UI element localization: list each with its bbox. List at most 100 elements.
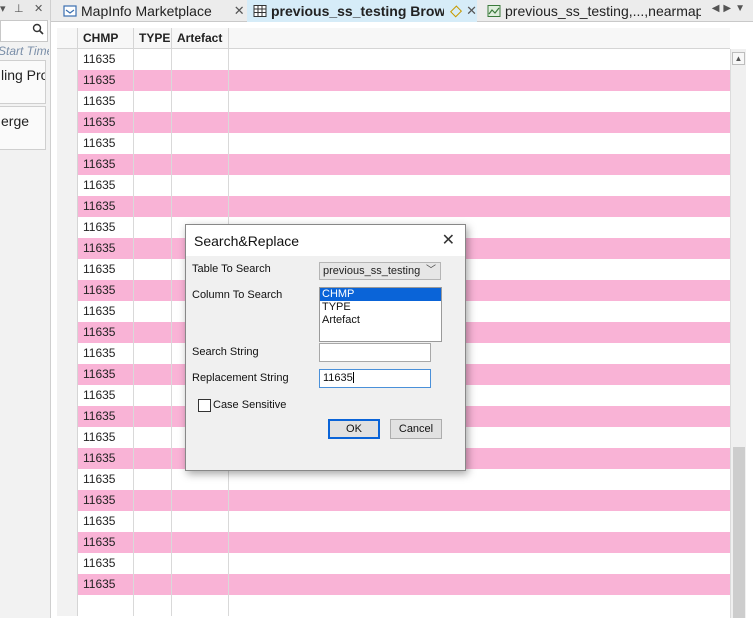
column-option-type[interactable]: TYPE xyxy=(320,301,441,314)
row-selector[interactable] xyxy=(57,406,78,427)
row-selector[interactable] xyxy=(57,70,78,91)
cell-type[interactable] xyxy=(134,553,172,574)
row-selector[interactable] xyxy=(57,532,78,553)
cell-type[interactable] xyxy=(134,511,172,532)
search-icon[interactable] xyxy=(32,23,44,35)
row-selector[interactable] xyxy=(57,49,78,70)
tab-browser[interactable]: previous_ss_testing Browser ✕ xyxy=(247,0,477,22)
cell-type[interactable] xyxy=(134,196,172,217)
cell-artefact[interactable] xyxy=(172,70,229,91)
table-row[interactable]: 11635 xyxy=(57,133,730,154)
row-selector[interactable] xyxy=(57,448,78,469)
cell-type[interactable] xyxy=(134,280,172,301)
case-sensitive-checkbox[interactable] xyxy=(198,399,211,412)
left-panel-search-input[interactable] xyxy=(0,20,48,42)
cell-chmp[interactable]: 11635 xyxy=(78,70,134,91)
close-icon[interactable]: ✕ xyxy=(34,2,43,15)
close-icon[interactable]: ✕ xyxy=(466,3,477,19)
row-selector[interactable] xyxy=(57,280,78,301)
column-header-artefact[interactable]: Artefact xyxy=(172,28,229,49)
table-row[interactable]: 11635 xyxy=(57,490,730,511)
left-panel-item[interactable]: ling Pro xyxy=(0,60,46,104)
row-selector[interactable] xyxy=(57,259,78,280)
row-selector[interactable] xyxy=(57,469,78,490)
cell-artefact[interactable] xyxy=(172,154,229,175)
cell-chmp[interactable]: 11635 xyxy=(78,238,134,259)
cell-type[interactable] xyxy=(134,532,172,553)
row-selector-header[interactable] xyxy=(57,28,78,49)
cell-chmp[interactable]: 11635 xyxy=(78,175,134,196)
row-selector[interactable] xyxy=(57,154,78,175)
cell-type[interactable] xyxy=(134,385,172,406)
row-selector[interactable] xyxy=(57,595,78,616)
cell-chmp[interactable]: 11635 xyxy=(78,553,134,574)
cell-chmp[interactable]: 11635 xyxy=(78,91,134,112)
column-header-type[interactable]: TYPE xyxy=(134,28,172,49)
cell-artefact[interactable] xyxy=(172,595,229,616)
row-selector[interactable] xyxy=(57,427,78,448)
table-row[interactable]: 11635 xyxy=(57,154,730,175)
scroll-up-arrow-icon[interactable]: ▲ xyxy=(732,52,745,65)
cell-type[interactable] xyxy=(134,154,172,175)
cell-chmp[interactable]: 11635 xyxy=(78,154,134,175)
cell-type[interactable] xyxy=(134,70,172,91)
row-selector[interactable] xyxy=(57,301,78,322)
cell-chmp[interactable]: 11635 xyxy=(78,427,134,448)
cell-type[interactable] xyxy=(134,469,172,490)
cell-chmp[interactable]: 11635 xyxy=(78,364,134,385)
cell-artefact[interactable] xyxy=(172,91,229,112)
cell-type[interactable] xyxy=(134,217,172,238)
table-row[interactable]: 11635 xyxy=(57,553,730,574)
search-string-input[interactable] xyxy=(319,343,431,362)
table-row[interactable]: 11635 xyxy=(57,91,730,112)
cancel-button[interactable]: Cancel xyxy=(390,419,442,439)
cell-type[interactable] xyxy=(134,49,172,70)
row-selector[interactable] xyxy=(57,574,78,595)
cell-type[interactable] xyxy=(134,406,172,427)
cell-type[interactable] xyxy=(134,133,172,154)
table-row[interactable]: 11635 xyxy=(57,175,730,196)
cell-artefact[interactable] xyxy=(172,490,229,511)
cell-type[interactable] xyxy=(134,259,172,280)
cell-artefact[interactable] xyxy=(172,196,229,217)
chevron-down-icon[interactable]: ▼ xyxy=(735,3,749,14)
row-selector[interactable] xyxy=(57,364,78,385)
cell-chmp[interactable]: 11635 xyxy=(78,469,134,490)
table-to-search-select[interactable]: previous_ss_testing ﹀ xyxy=(319,262,441,280)
case-sensitive-label[interactable]: Case Sensitive xyxy=(213,399,286,411)
cell-type[interactable] xyxy=(134,112,172,133)
close-icon[interactable]: ✕ xyxy=(442,230,455,250)
cell-chmp[interactable]: 11635 xyxy=(78,217,134,238)
ok-button[interactable]: OK xyxy=(328,419,380,439)
left-panel-item[interactable]: erge xyxy=(0,106,46,150)
column-header-chmp[interactable]: CHMP xyxy=(78,28,134,49)
row-selector[interactable] xyxy=(57,91,78,112)
cell-chmp[interactable]: 11635 xyxy=(78,532,134,553)
row-selector[interactable] xyxy=(57,553,78,574)
vertical-scrollbar[interactable]: ▲ xyxy=(730,49,746,618)
chevron-left-icon[interactable]: ◀ xyxy=(712,3,724,14)
cell-chmp[interactable] xyxy=(78,595,134,616)
row-selector[interactable] xyxy=(57,238,78,259)
cell-artefact[interactable] xyxy=(172,511,229,532)
cell-type[interactable] xyxy=(134,301,172,322)
row-selector[interactable] xyxy=(57,343,78,364)
cell-chmp[interactable]: 11635 xyxy=(78,322,134,343)
cell-type[interactable] xyxy=(134,238,172,259)
cell-artefact[interactable] xyxy=(172,112,229,133)
cell-chmp[interactable]: 11635 xyxy=(78,574,134,595)
cell-chmp[interactable]: 11635 xyxy=(78,133,134,154)
cell-chmp[interactable]: 11635 xyxy=(78,196,134,217)
cell-type[interactable] xyxy=(134,175,172,196)
cell-chmp[interactable]: 11635 xyxy=(78,112,134,133)
table-row[interactable]: 11635 xyxy=(57,70,730,91)
table-row[interactable]: 11635 xyxy=(57,574,730,595)
cell-type[interactable] xyxy=(134,91,172,112)
table-row[interactable] xyxy=(57,595,730,616)
cell-artefact[interactable] xyxy=(172,469,229,490)
row-selector[interactable] xyxy=(57,490,78,511)
cell-type[interactable] xyxy=(134,427,172,448)
scrollbar-thumb[interactable] xyxy=(733,447,745,618)
table-row[interactable]: 11635 xyxy=(57,511,730,532)
cell-type[interactable] xyxy=(134,490,172,511)
